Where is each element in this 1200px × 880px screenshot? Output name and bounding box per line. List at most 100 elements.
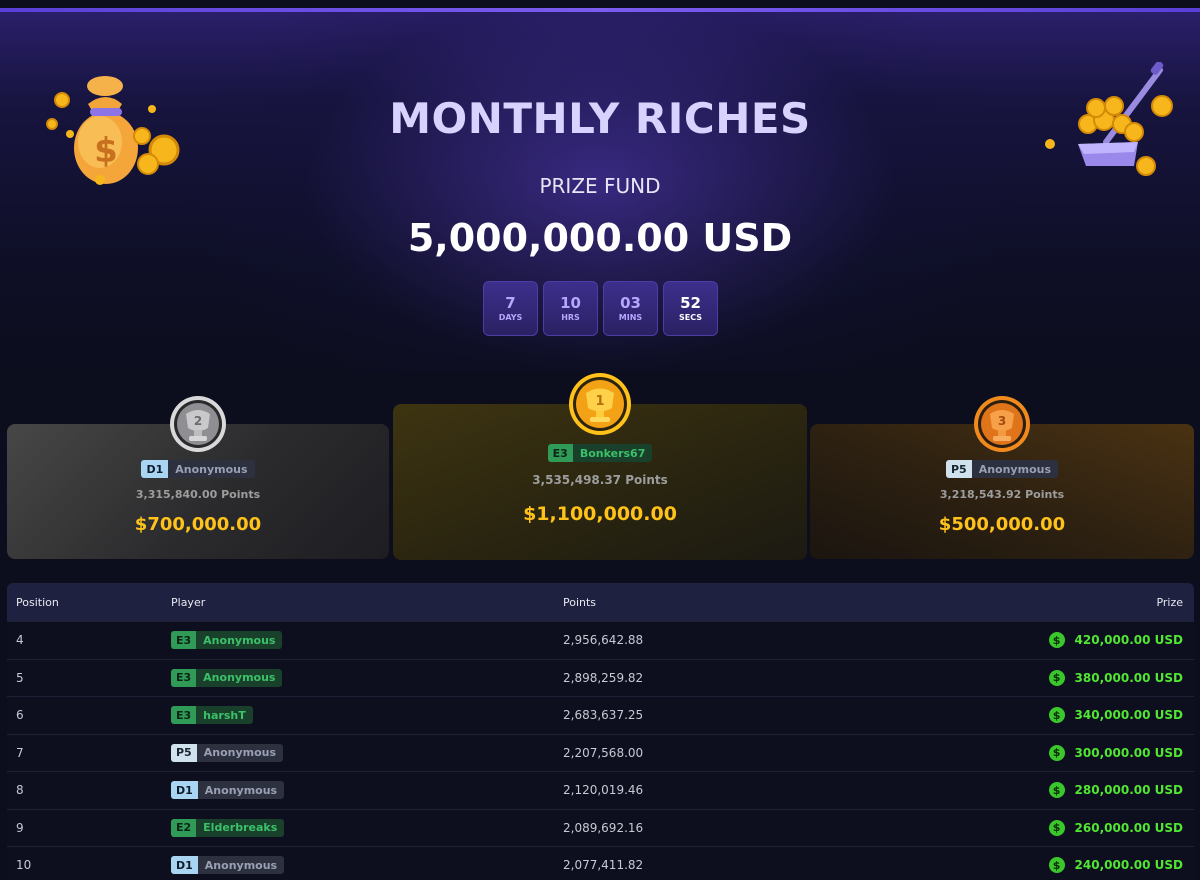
cell-player: P5 Anonymous (171, 743, 284, 762)
prize-amount: 300,000.00 USD (1074, 745, 1183, 760)
gold-trophy-medal-icon: 1 (569, 373, 631, 435)
podium-third-place: 3 P5 Anonymous 3,218,543.92 Points $500,… (810, 396, 1194, 559)
prize-amount: 240,000.00 USD (1074, 858, 1183, 873)
player-name: Anonymous (203, 746, 277, 760)
player-points: 3,535,498.37 Points (532, 473, 668, 487)
player-badge[interactable]: D1 Anonymous (171, 856, 285, 875)
player-badge[interactable]: E2 Elderbreaks (171, 818, 285, 837)
level-badge: P5 (171, 743, 197, 762)
player-prize: $700,000.00 (134, 514, 262, 535)
cell-prize: $420,000.00 USD (1048, 632, 1183, 649)
countdown-label: SECS (678, 312, 702, 322)
silver-trophy-medal-icon: 2 (170, 396, 226, 452)
player-badge[interactable]: P5 Anonymous (945, 460, 1059, 478)
level-badge: D1 (171, 781, 198, 800)
prize-amount: 280,000.00 USD (1074, 783, 1183, 798)
cell-position: 5 (16, 670, 24, 685)
player-name: Anonymous (175, 462, 248, 476)
player-name: Anonymous (978, 462, 1052, 476)
player-badge[interactable]: D1 Anonymous (171, 781, 285, 800)
table-body: 4 E3 Anonymous 2,956,642.88 $420,000.00 USD 5… (7, 621, 1194, 880)
countdown-seconds: 52 SECS (663, 281, 718, 336)
cell-position: 9 (16, 820, 24, 835)
table-row: 4 E3 Anonymous 2,956,642.88 $420,000.00 USD (7, 621, 1194, 659)
cell-player: E3 Anonymous (171, 631, 283, 650)
cell-position: 7 (16, 745, 24, 760)
dollar-coin-icon: $ (1048, 632, 1065, 649)
player-badge[interactable]: E3 Bonkers67 (547, 444, 653, 462)
countdown-label: HRS (561, 312, 580, 322)
cell-position: 8 (16, 783, 24, 798)
prize-amount: 260,000.00 USD (1074, 820, 1183, 835)
countdown-timer: 7 DAYS 10 HRS 03 MINS 52 SECS (483, 281, 718, 336)
cell-player: E3 harshT (171, 706, 253, 725)
dollar-coin-icon: $ (1048, 707, 1065, 724)
countdown-value: 7 (505, 293, 516, 312)
table-row: 10 D1 Anonymous 2,077,411.82 $240,000.00 USD (7, 846, 1194, 880)
table-row: 9 E2 Elderbreaks 2,089,692.16 $260,000.00 US… (7, 808, 1194, 846)
cell-points: 2,898,259.82 (563, 670, 644, 685)
page-title: MONTHLY RICHES (389, 94, 811, 143)
cell-player: E2 Elderbreaks (171, 818, 285, 837)
column-header-prize: Prize (1156, 595, 1183, 609)
level-badge: E2 (171, 818, 197, 837)
cell-player: D1 Anonymous (171, 856, 285, 875)
player-badge[interactable]: E3 Anonymous (171, 631, 283, 650)
countdown-hours: 10 HRS (543, 281, 598, 336)
player-name: Elderbreaks (203, 821, 278, 835)
podium-player: P5 Anonymous (810, 460, 1194, 478)
cell-player: E3 Anonymous (171, 668, 283, 687)
table-row: 5 E3 Anonymous 2,898,259.82 $380,000.00 USD (7, 658, 1194, 696)
dollar-coin-icon: $ (1048, 669, 1065, 686)
prize-amount: 420,000.00 USD (1074, 633, 1183, 648)
cell-prize: $300,000.00 USD (1048, 744, 1183, 761)
countdown-value: 52 (680, 293, 701, 312)
column-header-position: Position (16, 595, 59, 609)
cell-prize: $260,000.00 USD (1048, 819, 1183, 836)
level-badge: E3 (171, 668, 197, 687)
dollar-coin-icon: $ (1048, 857, 1065, 874)
cell-player: D1 Anonymous (171, 781, 285, 800)
cell-prize: $280,000.00 USD (1048, 782, 1183, 799)
countdown-label: DAYS (498, 312, 523, 322)
podium-player: E3 Bonkers67 (393, 444, 807, 462)
table-row: 7 P5 Anonymous 2,207,568.00 $300,000.00 USD (7, 733, 1194, 771)
player-prize: $1,100,000.00 (523, 503, 677, 525)
cell-prize: $240,000.00 USD (1048, 857, 1183, 874)
player-badge[interactable]: E3 Anonymous (171, 668, 283, 687)
player-name: Anonymous (204, 783, 278, 797)
level-badge: D1 (141, 460, 169, 478)
cell-position: 4 (16, 633, 24, 648)
level-badge: E3 (171, 706, 197, 725)
dollar-coin-icon: $ (1048, 744, 1065, 761)
player-badge[interactable]: D1 Anonymous (141, 460, 255, 478)
dollar-coin-icon: $ (1048, 819, 1065, 836)
player-name: Anonymous (203, 671, 276, 685)
player-points: 3,218,543.92 Points (939, 488, 1065, 501)
svg-text:3: 3 (998, 414, 1006, 428)
prize-fund-label: PRIZE FUND (539, 174, 661, 198)
table-header: Position Player Points Prize (7, 583, 1194, 621)
prize-amount: 340,000.00 USD (1074, 708, 1183, 723)
cell-points: 2,089,692.16 (563, 820, 644, 835)
cell-position: 6 (16, 708, 24, 723)
column-header-player: Player (171, 595, 206, 609)
cell-position: 10 (16, 858, 32, 873)
cell-prize: $380,000.00 USD (1048, 669, 1183, 686)
countdown-value: 03 (620, 293, 641, 312)
player-badge[interactable]: E3 harshT (171, 706, 253, 725)
cell-prize: $340,000.00 USD (1048, 707, 1183, 724)
cell-points: 2,120,019.46 (563, 783, 644, 798)
countdown-value: 10 (560, 293, 581, 312)
leaderboard-table: Position Player Points Prize 4 E3 Anonymou… (7, 583, 1194, 880)
countdown-label: MINS (618, 312, 643, 322)
cell-points: 2,207,568.00 (563, 745, 644, 760)
cell-points: 2,956,642.88 (563, 633, 644, 648)
level-badge: E3 (547, 444, 573, 462)
player-name: Anonymous (203, 633, 276, 647)
level-badge: D1 (171, 856, 198, 875)
svg-text:1: 1 (595, 394, 604, 409)
player-prize: $500,000.00 (938, 514, 1066, 535)
podium-first-place: 1 E3 Bonkers67 3,535,498.37 Points $1,10… (393, 373, 807, 560)
player-badge[interactable]: P5 Anonymous (171, 743, 284, 762)
